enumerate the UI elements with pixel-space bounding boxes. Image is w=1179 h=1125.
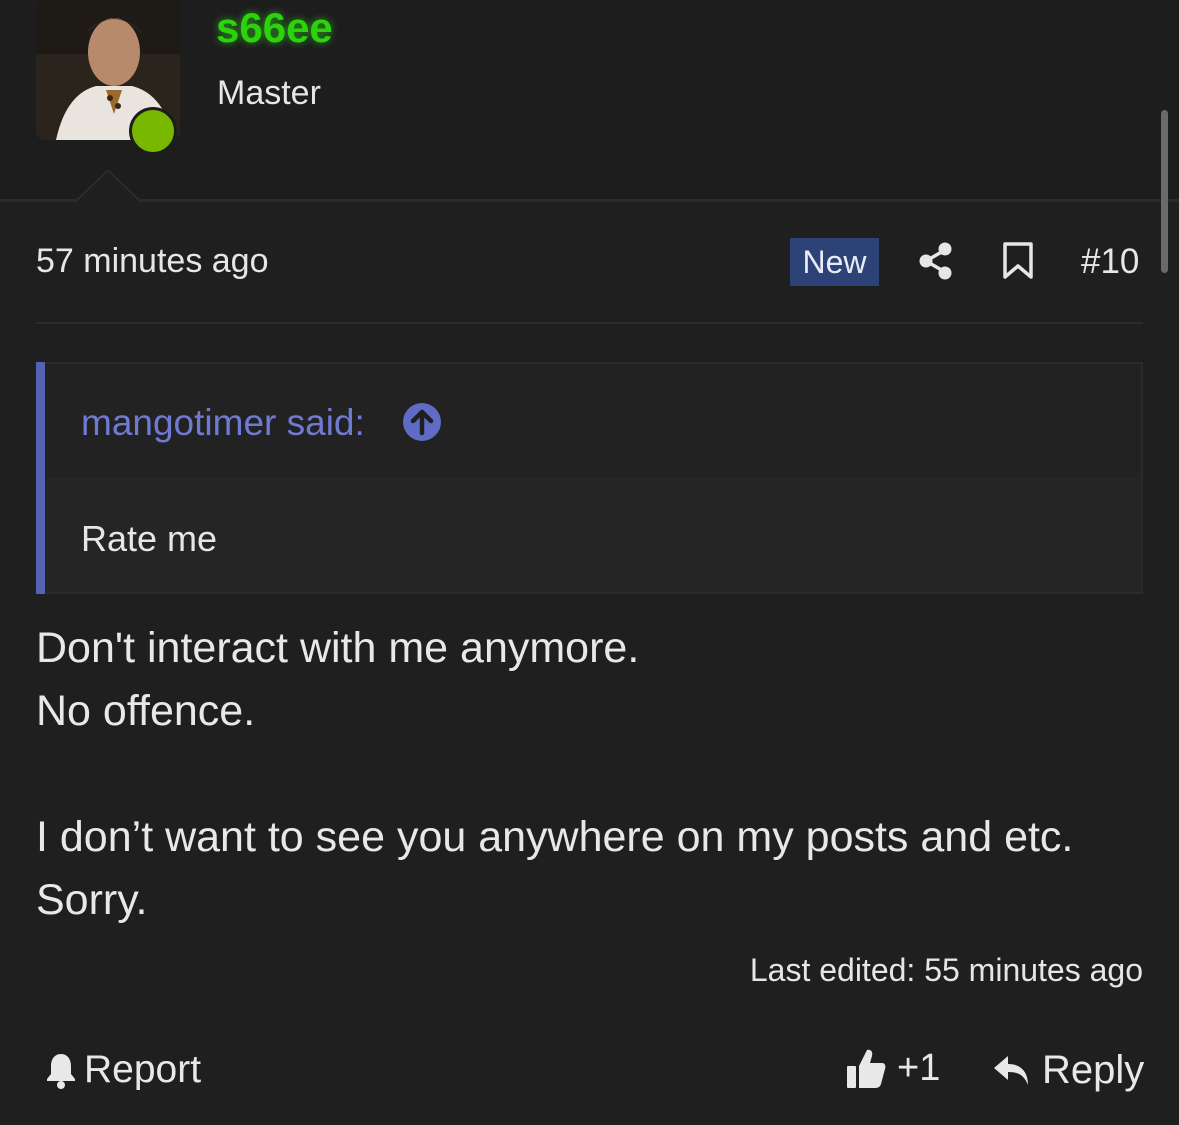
post-timestamp[interactable]: 57 minutes ago — [36, 242, 269, 281]
quote-author[interactable]: mangotimer said: — [81, 402, 365, 444]
quote-block: mangotimer said: Rate me — [36, 362, 1143, 594]
last-edited: Last edited: 55 minutes ago — [749, 952, 1143, 988]
username[interactable]: s66ee — [216, 4, 333, 52]
user-title: Master — [217, 74, 321, 112]
quote-text: Rate me — [81, 518, 218, 559]
report-label: Report — [84, 1048, 202, 1091]
thumbs-up-icon — [847, 1049, 886, 1088]
header-divider — [0, 199, 1179, 202]
share-icon[interactable] — [918, 242, 954, 280]
new-badge: New — [790, 238, 879, 286]
post-body-line: No offence. — [36, 687, 256, 735]
scrollbar[interactable] — [1161, 110, 1168, 273]
post-number[interactable]: #10 — [1081, 242, 1139, 282]
post-body-line: Sorry. — [36, 876, 148, 924]
message-pointer — [75, 170, 141, 203]
bell-icon — [47, 1054, 75, 1089]
like-button[interactable]: +1 — [845, 1046, 940, 1090]
arrow-up-circle-icon[interactable] — [402, 402, 442, 442]
reply-label: Reply — [1042, 1048, 1145, 1092]
post-body-line: I don’t want to see you anywhere on my p… — [36, 813, 1074, 861]
post-header: s66ee Master — [0, 0, 1179, 200]
meta-divider — [36, 322, 1143, 324]
reply-button[interactable]: Reply — [992, 1048, 1144, 1093]
quote-accent-bar — [36, 362, 45, 594]
like-count: +1 — [897, 1046, 941, 1089]
online-status-indicator — [129, 107, 177, 155]
reply-arrow-icon — [994, 1055, 1028, 1085]
bookmark-icon[interactable] — [1002, 242, 1034, 280]
post-body-line: Don't interact with me anymore. — [36, 624, 640, 672]
report-button[interactable]: Report — [44, 1048, 201, 1092]
